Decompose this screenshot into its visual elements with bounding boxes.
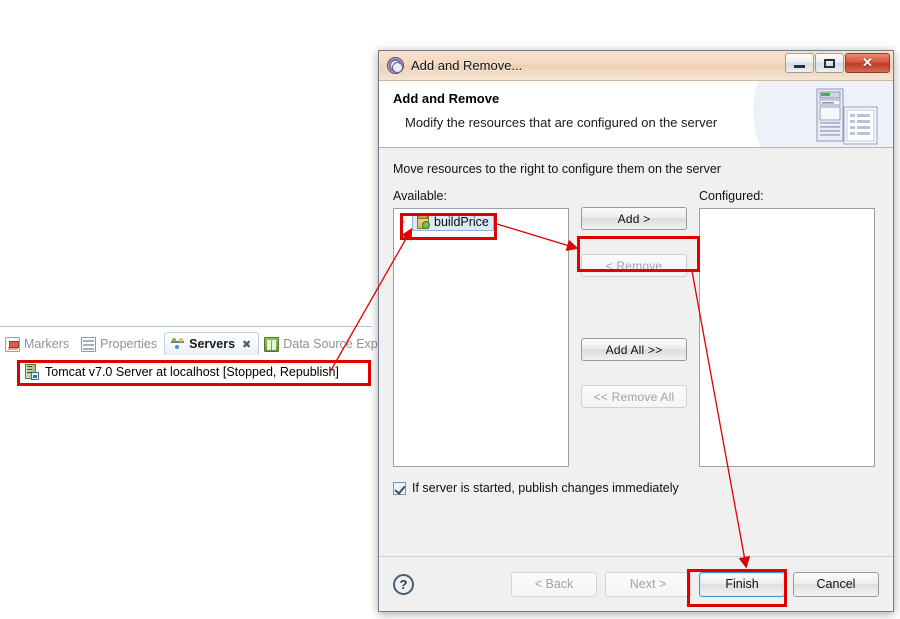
web-project-icon <box>415 214 430 229</box>
help-icon[interactable]: ? <box>393 573 414 595</box>
data-source-explorer-icon <box>264 336 280 352</box>
server-and-document-icon <box>816 88 878 145</box>
configured-label: Configured: <box>699 189 764 203</box>
gear-icon <box>387 57 404 74</box>
tab-properties[interactable]: Properties <box>76 333 164 355</box>
configured-list[interactable] <box>699 208 875 467</box>
transfer-button-column: Add > < Remove Add All >> << Remove All <box>569 189 699 467</box>
close-icon: ✕ <box>862 55 873 70</box>
tab-properties-label: Properties <box>100 337 158 351</box>
chevron-right-icon[interactable] <box>397 216 409 228</box>
properties-icon <box>81 336 97 352</box>
maximize-button[interactable] <box>815 53 844 73</box>
available-list[interactable]: buildPrice <box>393 208 569 467</box>
dialog-banner: Add and Remove Modify the resources that… <box>379 81 893 148</box>
markers-icon <box>5 336 20 352</box>
available-column: Available: buildPrice <box>393 189 569 467</box>
tab-markers[interactable]: Markers <box>0 333 76 355</box>
available-item-selected[interactable]: buildPrice <box>412 212 494 231</box>
cancel-button[interactable]: Cancel <box>793 571 879 597</box>
transfer-columns: Available: buildPrice Add > < Remove Add… <box>393 189 879 467</box>
close-button[interactable]: ✕ <box>845 53 890 73</box>
tab-servers-label: Servers <box>189 337 236 351</box>
remove-all-button: << Remove All <box>581 385 687 408</box>
available-list-item[interactable]: buildPrice <box>397 212 494 231</box>
publish-immediately-checkbox[interactable] <box>393 481 406 495</box>
servers-list-row[interactable]: Tomcat v7.0 Server at localhost [Stopped… <box>23 362 339 382</box>
back-button: < Back <box>511 571 597 597</box>
dialog-title-bar[interactable]: Add and Remove... ✕ <box>379 51 893 81</box>
next-button: Next > <box>605 571 691 597</box>
finish-button[interactable]: Finish <box>699 571 785 597</box>
available-label: Available: <box>393 189 447 203</box>
tab-markers-label: Markers <box>24 337 70 351</box>
editor-area <box>0 0 372 327</box>
add-button[interactable]: Add > <box>581 207 687 230</box>
window-buttons: ✕ <box>785 53 890 73</box>
tomcat-server-icon <box>23 364 39 380</box>
servers-icon <box>170 337 185 352</box>
tab-servers[interactable]: Servers ✖ <box>164 332 260 355</box>
view-tab-bar: Markers Properties Servers ✖ Data Source… <box>0 331 403 355</box>
add-all-button[interactable]: Add All >> <box>581 338 687 361</box>
publish-immediately-row[interactable]: If server is started, publish changes im… <box>393 481 879 495</box>
close-icon[interactable]: ✖ <box>242 338 251 351</box>
server-row-label: Tomcat v7.0 Server at localhost [Stopped… <box>45 365 339 379</box>
configured-column: Configured: <box>699 189 875 467</box>
instruction-text: Move resources to the right to configure… <box>393 162 721 176</box>
minimize-button[interactable] <box>785 53 814 73</box>
publish-immediately-label: If server is started, publish changes im… <box>412 481 679 495</box>
remove-button: < Remove <box>581 254 687 277</box>
dialog-title: Add and Remove... <box>411 58 523 73</box>
add-and-remove-dialog: Add and Remove... ✕ Add and Remove Modif… <box>378 50 894 612</box>
screenshot-root: Markers Properties Servers ✖ Data Source… <box>0 0 900 619</box>
dialog-body: Move resources to the right to configure… <box>379 149 893 556</box>
dialog-footer: ? < Back Next > Finish Cancel <box>379 556 893 611</box>
available-item-label: buildPrice <box>434 214 489 229</box>
